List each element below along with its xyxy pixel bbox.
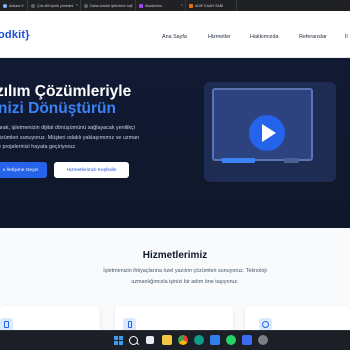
chrome-icon[interactable] xyxy=(178,335,188,345)
browser-tab[interactable]: Ankara VDS Sunucu xyxy=(0,0,28,11)
tab-title: Akademim xyxy=(145,3,162,8)
hero-description-line: e projelerinizi hayata geçiriyoruz. xyxy=(0,144,77,150)
task-view-icon[interactable] xyxy=(146,336,154,344)
hero-description: arak, işletmenizin dijital dönüşümünü sa… xyxy=(0,124,178,153)
progress-bar-illustration xyxy=(222,158,255,163)
tab-favicon-icon xyxy=(31,3,35,8)
store-icon[interactable] xyxy=(242,335,252,345)
edge-icon[interactable] xyxy=(194,335,204,345)
search-icon[interactable] xyxy=(129,336,138,345)
browser-tab[interactable]: ADIF KAAN SABİ xyxy=(186,0,237,11)
nav-link-about[interactable]: Hakkımızda xyxy=(250,34,278,40)
browser-tab[interactable]: Daha önceki işlemlerin kaybol × xyxy=(81,0,136,11)
services-description: İşletmenizin ihtiyaçlarına özel yazılım … xyxy=(103,268,267,285)
progress-bar-illustration xyxy=(284,158,299,163)
tab-title: Çok dilli içerik yönetimi xyxy=(37,3,74,8)
hero-description-line: özümleri sunuyoruz. Müşteri odaklı yakla… xyxy=(0,134,140,141)
hero-description-line: arak, işletmenizin dijital dönüşümünü sa… xyxy=(0,125,135,131)
explore-services-button[interactable]: Hizmetlerimizi Keşfedin xyxy=(54,162,129,178)
tab-favicon-icon xyxy=(139,3,143,8)
nav-link-references[interactable]: Referanslar xyxy=(299,34,327,40)
settings-icon[interactable] xyxy=(258,335,268,345)
tab-favicon-icon xyxy=(84,3,88,8)
browser-tab[interactable]: Akademim × xyxy=(136,0,186,11)
services-heading: Hizmetlerimiz xyxy=(142,250,208,261)
close-tab-icon[interactable]: × xyxy=(76,3,78,7)
close-tab-icon[interactable]: × xyxy=(131,3,133,7)
hero-title-line2: nizi Dönüştürün xyxy=(0,100,116,117)
windows-start-icon[interactable] xyxy=(113,335,123,345)
tab-favicon-icon xyxy=(3,3,7,8)
nav-link-contact[interactable]: İl xyxy=(345,34,348,40)
tab-title: ADIF KAAN SABİ xyxy=(195,3,224,8)
nav-link-services[interactable]: Hizmetler xyxy=(208,34,231,40)
hero-title-line1: zılım Çözümleriyle xyxy=(0,83,132,100)
contact-us-button[interactable]: e İletişime Geçin xyxy=(0,162,47,178)
windows-taskbar xyxy=(0,330,350,350)
browser-tab-strip: Ankara VDS Sunucu Çok dilli içerik yönet… xyxy=(0,0,350,11)
play-icon xyxy=(262,124,276,142)
whatsapp-icon[interactable] xyxy=(226,335,236,345)
site-logo[interactable]: odkit} xyxy=(0,29,30,41)
close-tab-icon[interactable]: × xyxy=(181,3,183,7)
nav-link-home[interactable]: Ana Sayfa xyxy=(162,34,187,40)
tab-favicon-icon xyxy=(189,3,193,8)
tab-title: Daha önceki işlemlerin kaybol xyxy=(90,3,132,8)
browser-tab[interactable]: Çok dilli içerik yönetimi × xyxy=(28,0,81,11)
vscode-icon[interactable] xyxy=(210,335,220,345)
tab-title: Ankara VDS Sunucu xyxy=(9,3,24,8)
file-explorer-icon[interactable] xyxy=(162,335,172,345)
